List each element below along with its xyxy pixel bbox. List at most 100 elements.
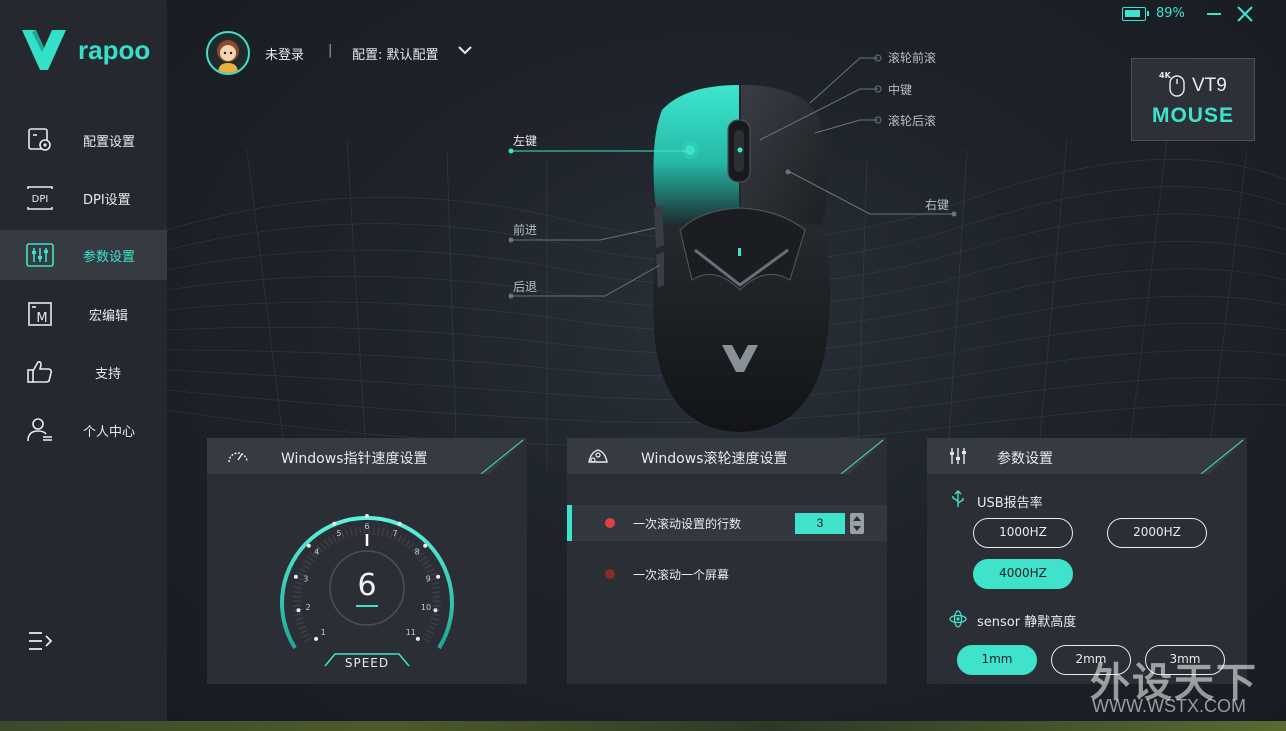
- radio-selected[interactable]: [605, 518, 615, 528]
- sensor-lod-2mm[interactable]: 2mm: [1051, 645, 1131, 675]
- app-window: rapoo 配置设置 DPI DPI设置 参数设置 M 宏编辑 支持 个人中心 …: [0, 0, 1286, 731]
- sensor-lod-3mm[interactable]: 3mm: [1145, 645, 1225, 675]
- sidebar-item-dpi[interactable]: DPI DPI设置: [0, 173, 167, 223]
- mouse-icon: [1169, 75, 1185, 97]
- panel-title: Windows滚轮速度设置: [641, 451, 788, 467]
- callout-back[interactable]: 后退: [513, 278, 537, 295]
- panel-header: [927, 438, 1247, 474]
- menu-collapse-icon[interactable]: [28, 630, 54, 652]
- usb-rate-label: USB报告率: [977, 496, 1043, 511]
- dial-tick-dot: [296, 608, 301, 613]
- header-separator: |: [328, 43, 333, 58]
- callout-right-button[interactable]: 右键: [925, 196, 949, 213]
- dpi-icon: DPI: [27, 186, 53, 210]
- sensor-icon: [949, 610, 967, 628]
- sidebar-item-params[interactable]: 参数设置: [0, 230, 167, 280]
- sliders-icon: [950, 448, 966, 464]
- battery-text: 89%: [1156, 6, 1185, 21]
- lines-stepper[interactable]: [850, 513, 864, 534]
- config-icon: [28, 128, 51, 151]
- brand-logo: rapoo: [22, 30, 162, 70]
- macro-icon: M: [28, 302, 52, 326]
- device-badge: 4K VT9 MOUSE: [1131, 58, 1255, 141]
- user-icon: [27, 418, 52, 442]
- selection-accent: [567, 505, 572, 541]
- sidebar: rapoo 配置设置 DPI DPI设置 参数设置 M 宏编辑 支持 个人中心: [0, 0, 167, 731]
- dial-tick-label: 2: [305, 603, 310, 612]
- brand-name: rapoo: [78, 34, 151, 65]
- sidebar-item-support[interactable]: 支持: [0, 347, 167, 397]
- avatar-face-icon: [217, 40, 239, 73]
- device-type: MOUSE: [1151, 104, 1234, 127]
- sidebar-item-config[interactable]: 配置设置: [0, 115, 167, 165]
- panel-title: 参数设置: [997, 451, 1053, 467]
- pointer-speed-value: 6: [357, 568, 377, 603]
- callout-scroll-down[interactable]: 滚轮后滚: [888, 112, 936, 129]
- usb-rate-4000[interactable]: 4000HZ: [973, 559, 1073, 589]
- sidebar-item-profile[interactable]: 个人中心: [0, 405, 167, 455]
- scroll-speed-panel: Windows滚轮速度设置 一次滚动设置的行数 一次滚动一个屏幕: [567, 438, 887, 684]
- dial-tick-label: 6: [364, 522, 369, 531]
- dial-tick-dot: [314, 636, 319, 641]
- option-label: 一次滚动一个屏幕: [633, 568, 730, 582]
- dial-tick-dot: [332, 521, 337, 526]
- sensor-lod-label: sensor 静默高度: [977, 615, 1077, 630]
- scroll-wheel-icon: [588, 449, 608, 463]
- svg-text:M: M: [36, 311, 47, 326]
- speedometer-icon: [228, 452, 248, 463]
- sidebar-item-label: 支持: [95, 367, 122, 382]
- scroll-option-lines[interactable]: 一次滚动设置的行数: [567, 505, 887, 541]
- chevron-down-icon[interactable]: [457, 44, 473, 56]
- close-icon[interactable]: [1236, 5, 1254, 23]
- dial-tick-dot: [423, 543, 428, 548]
- sidebar-item-label: 宏编辑: [89, 309, 129, 324]
- scroll-option-screen[interactable]: 一次滚动一个屏幕: [567, 556, 887, 592]
- pointer-speed-panel: Windows指针速度设置 1 2 3 4 5 6 7 8 9 10 11 6 SPEED: [207, 438, 527, 684]
- dial-tick-label: 1: [321, 628, 326, 637]
- profile-selector-label[interactable]: 配置: 默认配置: [352, 44, 439, 63]
- speed-label: SPEED: [344, 656, 390, 670]
- thumbs-up-icon: [27, 361, 53, 383]
- params-panel: 参数设置 USB报告率 1000HZ 2000HZ 4000HZ sensor …: [927, 438, 1247, 684]
- login-status[interactable]: 未登录: [265, 44, 304, 63]
- dial-tick-dot: [433, 608, 438, 613]
- bottom-strip: [0, 721, 1286, 731]
- callout-middle[interactable]: 中键: [888, 81, 912, 98]
- svg-text:DPI: DPI: [32, 194, 49, 205]
- minimize-icon[interactable]: [1205, 6, 1223, 22]
- mouse-image: [653, 85, 831, 432]
- dial-tick-dot: [306, 543, 311, 548]
- option-label: 一次滚动设置的行数: [633, 517, 742, 531]
- sensor-lod-1mm[interactable]: 1mm: [957, 645, 1037, 675]
- dial-tick-label: 4: [314, 548, 319, 557]
- panel-title: Windows指针速度设置: [281, 451, 428, 467]
- callout-forward[interactable]: 前进: [513, 221, 537, 238]
- logo-v-icon: [22, 30, 66, 70]
- device-model: VT9: [1192, 75, 1227, 96]
- value-underline: [356, 605, 378, 607]
- usb-icon: [952, 490, 964, 507]
- lines-input[interactable]: [795, 513, 845, 534]
- dial-tick-dot: [397, 521, 402, 526]
- dial-tick-dot: [365, 514, 369, 518]
- sidebar-item-label: DPI设置: [83, 193, 131, 208]
- dial-tick-dot: [415, 636, 420, 641]
- sidebar-item-label: 配置设置: [83, 135, 136, 150]
- sidebar-item-label: 参数设置: [83, 250, 136, 265]
- sliders-icon: [26, 243, 54, 267]
- radio-unselected[interactable]: [605, 569, 615, 579]
- battery-icon: [1122, 7, 1149, 21]
- sidebar-item-macro[interactable]: M 宏编辑: [0, 289, 167, 339]
- callout-left-button[interactable]: 左键: [513, 132, 537, 149]
- dial-tick-label: 11: [406, 628, 416, 637]
- dial-tick-label: 8: [415, 548, 420, 557]
- avatar[interactable]: [206, 31, 250, 75]
- usb-rate-1000[interactable]: 1000HZ: [973, 518, 1073, 548]
- callout-scroll-up[interactable]: 滚轮前滚: [888, 49, 936, 66]
- dial-tick-label: 10: [421, 603, 431, 612]
- sidebar-item-label: 个人中心: [83, 425, 136, 440]
- battery-level: [1125, 10, 1141, 17]
- dial-tick-label: 5: [336, 529, 341, 538]
- usb-rate-2000[interactable]: 2000HZ: [1107, 518, 1207, 548]
- dial-tick-label: 7: [393, 529, 398, 538]
